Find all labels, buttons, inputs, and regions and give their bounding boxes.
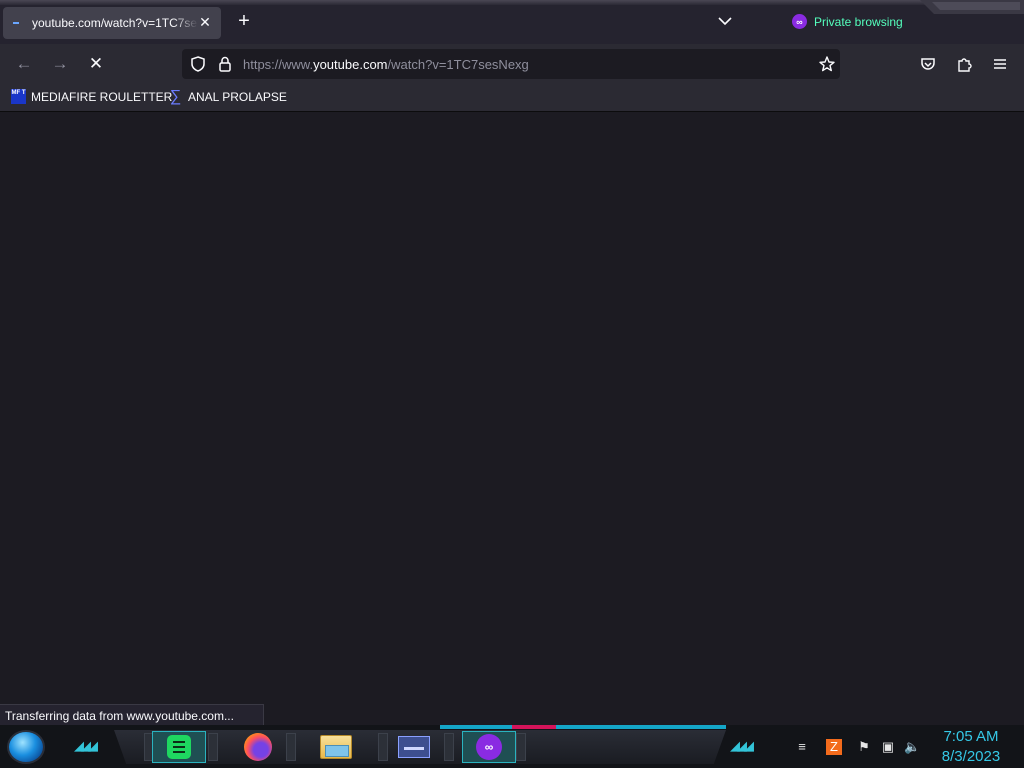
private-browsing-label: Private browsing bbox=[814, 14, 903, 29]
taskbar-firefox[interactable] bbox=[231, 731, 285, 763]
loading-favicon-icon bbox=[13, 22, 19, 24]
address-bar[interactable]: https://www.youtube.com/watch?v=1TC7sesN… bbox=[182, 49, 840, 79]
tab-youtube[interactable]: youtube.com/watch?v=1TC7sesNexg ✕ bbox=[3, 7, 221, 39]
tab-close-icon[interactable]: ✕ bbox=[197, 14, 213, 31]
sigma-favicon-icon: ∑ bbox=[169, 88, 182, 105]
page-content[interactable] bbox=[0, 113, 1024, 725]
navigation-toolbar: ← → ✕ https://www.youtube.com/watch?v=1T… bbox=[0, 44, 1024, 84]
new-tab-button[interactable]: + bbox=[234, 10, 254, 32]
private-browsing-indicator: ∞ Private browsing bbox=[792, 14, 903, 29]
status-panel: Transferring data from www.youtube.com..… bbox=[0, 704, 264, 726]
taskbar-file-explorer[interactable] bbox=[309, 731, 363, 763]
chevron-decoration-icon: ◢◢◢ bbox=[730, 738, 754, 753]
mediafire-favicon-icon: MF T bbox=[11, 89, 26, 104]
taskbar-separator bbox=[444, 733, 454, 761]
taskbar-accent-strip bbox=[440, 725, 726, 729]
chevron-decoration-icon: ◢◢◢ bbox=[74, 738, 98, 753]
taskbar: ◢◢◢ ∞ ◢◢◢ ≡ Z ⚑ ▣ 🔈 7:05 AM 8/3/2023 bbox=[0, 725, 1024, 768]
hamburger-menu-icon[interactable] bbox=[991, 55, 1009, 73]
bookmark-label: MEDIAFIRE ROULETTER bbox=[31, 89, 173, 104]
stop-loading-button[interactable]: ✕ bbox=[85, 53, 107, 75]
list-all-tabs-chevron-icon[interactable] bbox=[716, 12, 734, 30]
pocket-icon[interactable] bbox=[919, 55, 937, 73]
url-path: /watch?v=1TC7sesNexg bbox=[387, 57, 529, 72]
bookmarks-toolbar: MF T MEDIAFIRE ROULETTER ∑ ANAL PROLAPSE bbox=[0, 84, 1024, 112]
bookmark-mediafire-rouletter[interactable]: MF T MEDIAFIRE ROULETTER bbox=[11, 89, 172, 104]
tab-title: youtube.com/watch?v=1TC7sesNexg bbox=[32, 16, 198, 30]
system-clock[interactable]: 7:05 AM 8/3/2023 bbox=[936, 727, 1006, 767]
network-icon[interactable]: ▣ bbox=[880, 739, 896, 755]
extensions-puzzle-icon[interactable] bbox=[955, 55, 973, 73]
window-frame-decoration bbox=[920, 0, 1024, 14]
card-app-icon bbox=[398, 736, 430, 758]
bookmark-anal-prolapse[interactable]: ∑ ANAL PROLAPSE bbox=[168, 88, 287, 105]
taskbar-firefox-private[interactable]: ∞ bbox=[462, 731, 516, 763]
url-text[interactable]: https://www.youtube.com/watch?v=1TC7sesN… bbox=[243, 57, 529, 72]
taskbar-card-app[interactable] bbox=[387, 731, 441, 763]
tracking-protection-shield-icon[interactable] bbox=[189, 55, 207, 73]
clock-date: 8/3/2023 bbox=[941, 748, 1001, 765]
back-button[interactable]: ← bbox=[13, 53, 35, 75]
show-desktop-icon[interactable]: ≡ bbox=[794, 739, 810, 755]
bookmark-star-icon[interactable] bbox=[818, 55, 836, 73]
tab-bar: youtube.com/watch?v=1TC7sesNexg ✕ + ∞ Pr… bbox=[0, 0, 1024, 44]
taskbar-accent-strip-pink bbox=[512, 725, 556, 729]
tray-app-icon[interactable]: Z bbox=[826, 739, 842, 755]
taskbar-separator bbox=[516, 733, 526, 761]
file-explorer-icon bbox=[320, 735, 352, 759]
start-button[interactable] bbox=[7, 730, 45, 764]
private-mask-icon: ∞ bbox=[476, 734, 502, 760]
taskbar-separator bbox=[208, 733, 218, 761]
url-prefix: https://www. bbox=[243, 57, 314, 72]
spotify-icon bbox=[167, 735, 191, 759]
lock-icon[interactable] bbox=[217, 55, 233, 73]
firefox-icon bbox=[244, 733, 272, 761]
private-mask-icon: ∞ bbox=[792, 14, 807, 29]
volume-icon[interactable]: 🔈 bbox=[904, 739, 920, 755]
taskbar-separator bbox=[286, 733, 296, 761]
url-host: youtube.com bbox=[313, 57, 388, 72]
forward-button[interactable]: → bbox=[49, 53, 71, 75]
action-center-flag-icon[interactable]: ⚑ bbox=[856, 739, 872, 755]
taskbar-spotify[interactable] bbox=[152, 731, 206, 763]
clock-time: 7:05 AM bbox=[943, 728, 999, 745]
bookmark-label: ANAL PROLAPSE bbox=[188, 89, 287, 104]
